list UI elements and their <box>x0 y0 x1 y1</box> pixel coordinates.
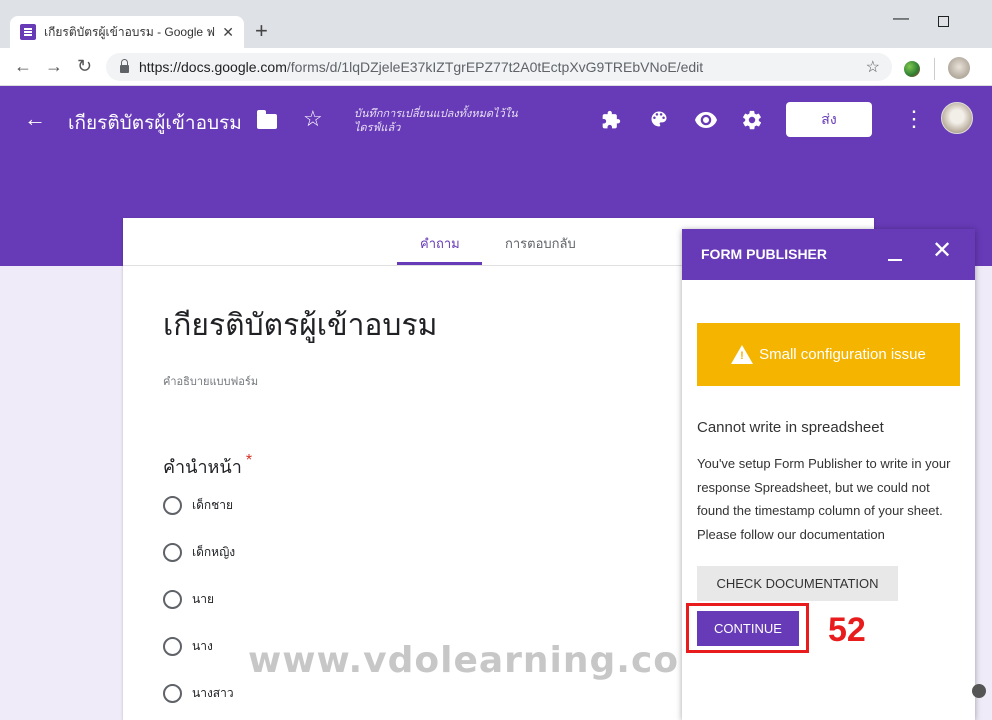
tab-close-icon[interactable]: ✕ <box>222 24 234 41</box>
radio-option[interactable]: นาย <box>163 590 214 609</box>
maximize-icon[interactable] <box>938 16 949 27</box>
option-label: นาง <box>192 639 213 653</box>
panel-title: FORM PUBLISHER <box>701 246 827 262</box>
panel-close-icon[interactable]: ✕ <box>932 239 952 263</box>
tab-responses[interactable]: การตอบกลับ <box>505 233 576 254</box>
folder-icon[interactable] <box>257 110 277 129</box>
radio-circle[interactable] <box>163 543 182 562</box>
url-text: https://docs.google.com/forms/d/1lqDZjel… <box>139 59 703 75</box>
error-title: Cannot write in spreadsheet <box>697 419 884 436</box>
option-label: นางสาว <box>192 686 234 700</box>
address-bar: ← → ↻ https://docs.google.com/forms/d/1l… <box>0 48 992 86</box>
radio-circle[interactable] <box>163 684 182 703</box>
radio-option[interactable]: นาง <box>163 637 213 656</box>
addons-puzzle-icon[interactable] <box>601 110 621 130</box>
option-label: เด็กชาย <box>192 498 234 512</box>
tab-title: เกียรติบัตรผู้เข้าอบรม - Google ฟอร์ม <box>44 24 216 39</box>
toolbar-divider <box>934 58 935 80</box>
form-name[interactable]: เกียรติบัตรผู้เข้าอบรม <box>68 108 242 138</box>
settings-gear-icon[interactable] <box>741 109 763 131</box>
option-label: เด็กหญิง <box>192 545 236 559</box>
radio-circle[interactable] <box>163 496 182 515</box>
url-path: /forms/d/1lqDZjeleE37kIZTgrEPZ77t2A0tEct… <box>286 59 704 75</box>
bookmark-star-icon[interactable]: ☆ <box>866 57 880 77</box>
warning-icon <box>731 345 754 364</box>
save-status: บันทึกการเปลี่ยนแปลงทั้งหมดไว้ในไดรฟ์แล้… <box>354 108 518 134</box>
step-number: 52 <box>828 611 866 649</box>
extension-icon[interactable] <box>904 61 920 77</box>
warning-banner: Small configuration issue <box>697 323 960 386</box>
radio-option[interactable]: เด็กชาย <box>163 496 233 515</box>
back-icon[interactable]: ← <box>14 56 32 76</box>
active-tab-indicator <box>397 262 482 265</box>
palette-icon[interactable] <box>649 109 669 129</box>
panel-header: FORM PUBLISHER ✕ <box>682 229 975 280</box>
preview-eye-icon[interactable] <box>694 112 718 128</box>
watermark: www.vdolearning.com <box>248 640 718 681</box>
profile-avatar[interactable] <box>948 57 970 79</box>
forward-icon[interactable]: → <box>45 56 63 76</box>
browser-tabbar: เกียรติบัตรผู้เข้าอบรม - Google ฟอร์ม ✕ … <box>0 0 992 48</box>
lock-icon <box>120 58 129 73</box>
form-description[interactable]: คำอธิบายแบบฟอร์ม <box>163 372 258 390</box>
error-message: You've setup Form Publisher to write in … <box>697 456 951 542</box>
star-icon[interactable]: ☆ <box>303 106 323 132</box>
tab-questions[interactable]: คำถาม <box>420 233 460 254</box>
warning-text: Small configuration issue <box>759 346 926 363</box>
account-avatar[interactable] <box>941 102 973 134</box>
radio-circle[interactable] <box>163 637 182 656</box>
question-title[interactable]: คำนำหน้า * <box>163 452 252 481</box>
highlight-box <box>686 603 809 653</box>
url-domain: https://docs.google.com <box>139 59 287 75</box>
help-icon[interactable] <box>972 684 986 698</box>
google-forms-icon <box>20 24 36 40</box>
check-documentation-button[interactable]: CHECK DOCUMENTATION <box>697 566 898 601</box>
browser-tab[interactable]: เกียรติบัตรผู้เข้าอบรม - Google ฟอร์ม ✕ <box>10 16 244 48</box>
send-button[interactable]: ส่ง <box>786 102 872 137</box>
new-tab-icon[interactable]: + <box>255 20 268 42</box>
required-mark: * <box>245 452 253 469</box>
reload-icon[interactable]: ↻ <box>77 56 92 76</box>
question-text: คำนำหน้า <box>163 457 242 477</box>
url-input[interactable]: https://docs.google.com/forms/d/1lqDZjel… <box>106 53 892 81</box>
minimize-icon[interactable]: — <box>893 10 909 28</box>
radio-option[interactable]: นางสาว <box>163 684 234 703</box>
more-vert-icon[interactable]: ⋮ <box>903 108 925 130</box>
back-arrow-icon[interactable]: ← <box>24 106 46 132</box>
radio-option[interactable]: เด็กหญิง <box>163 543 235 562</box>
panel-minimize-icon[interactable] <box>888 259 902 261</box>
radio-circle[interactable] <box>163 590 182 609</box>
form-title[interactable]: เกียรติบัตรผู้เข้าอบรม <box>163 302 437 349</box>
option-label: นาย <box>192 592 214 606</box>
